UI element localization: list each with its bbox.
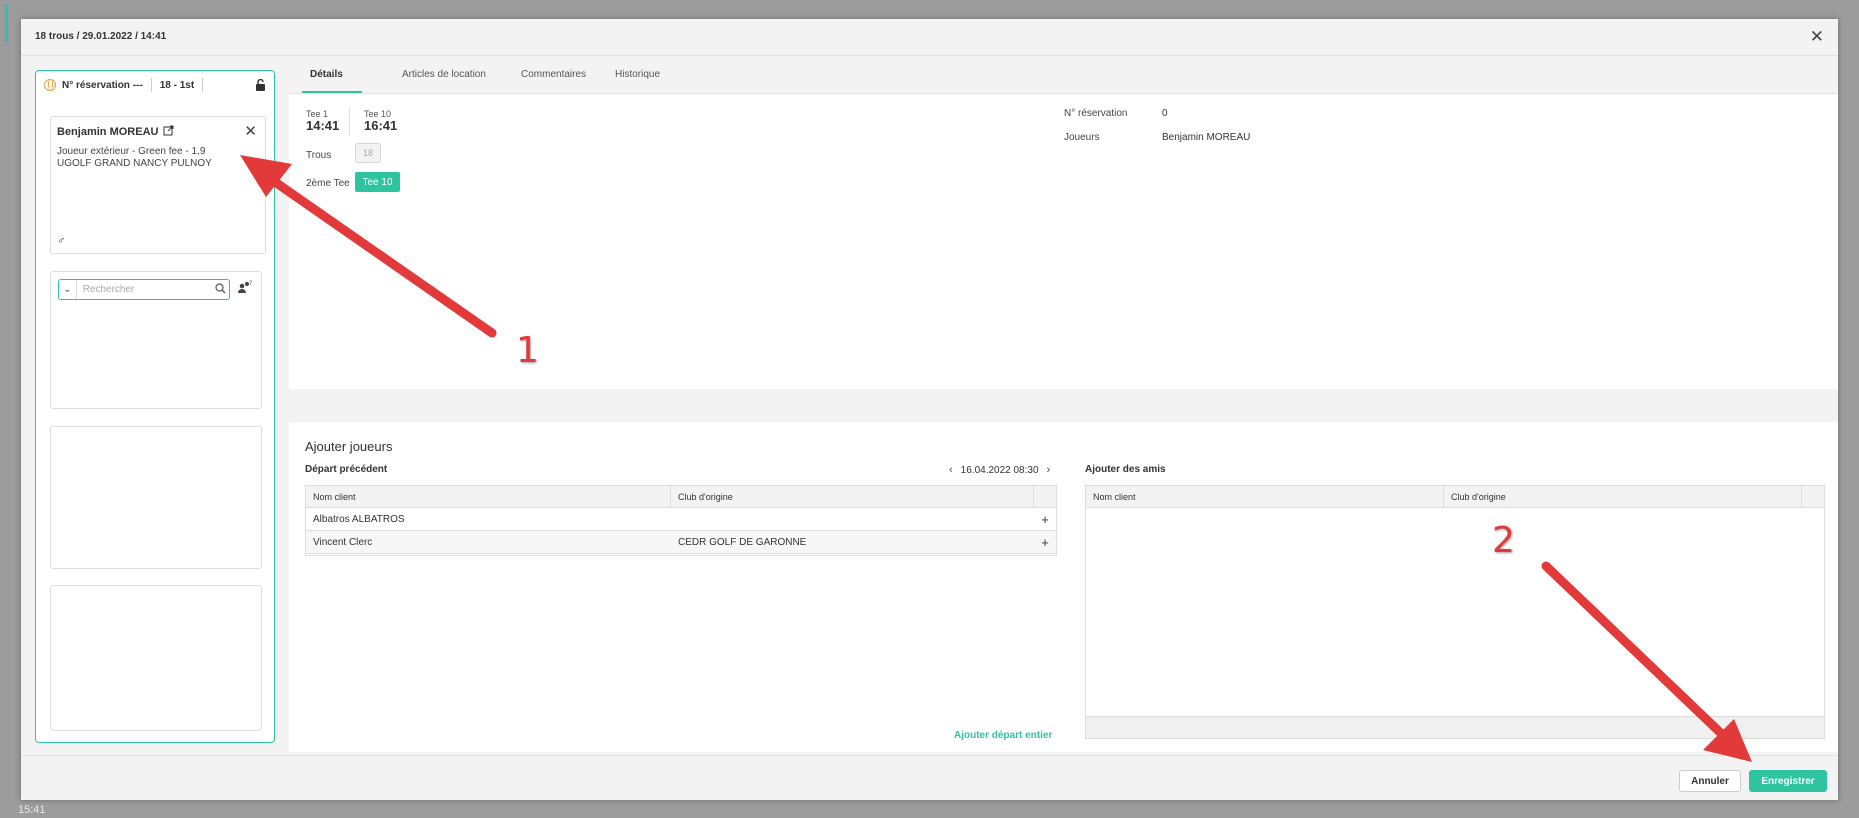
players-field-value: Benjamin MOREAU [1162,132,1251,143]
reservation-field-label: N° réservation [1064,108,1128,119]
add-friends-title: Ajouter des amis [1085,464,1166,475]
tee10-time: 16:41 [364,118,398,133]
modal-footer: Annuler Enregistrer [21,755,1838,800]
background-time-label: 15:41 [18,804,46,816]
club-cell [671,508,1034,530]
player-info: Joueur extérieur - Green fee - 1,9 UGOLF… [57,146,257,170]
add-whole-departure-link[interactable]: Ajouter départ entier [954,730,1052,741]
friends-table: Nom client Club d'origine [1085,485,1825,739]
flight-panel: N° réservation --- 18 - 1st Benjamin MOR… [35,70,275,743]
player-info-line: Joueur extérieur - Green fee - 1,9 [57,146,206,157]
active-tab-indicator [302,91,362,93]
holes-field[interactable]: 18 [355,143,381,163]
player-name: Benjamin MOREAU [57,126,159,138]
male-icon: ♂ [57,235,66,247]
save-button[interactable]: Enregistrer [1749,770,1827,792]
tab-bar: Détails Articles de location Commentaire… [289,56,1838,94]
modal-header: 18 trous / 29.01.2022 / 14:41 ✕ [21,19,1838,56]
reservation-field-value: 0 [1162,108,1168,119]
chevron-left-icon[interactable]: ‹ [949,464,953,476]
departure-date: 16.04.2022 08:30 [960,464,1039,476]
external-link-icon[interactable] [163,125,174,139]
table-footer [1086,716,1824,738]
modal-title: 18 trous / 29.01.2022 / 14:41 [35,31,167,42]
search-icon[interactable] [215,282,229,297]
client-name-cell: Albatros ALBATROS [313,513,405,525]
column-header[interactable]: Club d'origine [1444,486,1802,507]
column-header-empty [1802,486,1824,507]
client-name-cell: Vincent Clerc [313,536,373,548]
column-header-empty [1034,486,1056,507]
annotation-label-1: 1 [516,330,539,371]
chevron-down-icon[interactable]: ⌄ [59,280,77,299]
background-accent-strip [5,4,8,42]
annotation-label-2: 2 [1492,520,1515,561]
reservation-number-label: N° réservation --- [62,79,143,91]
svg-text:?: ? [249,280,252,287]
date-navigator: ‹ 16.04.2022 08:30 › [949,464,1050,476]
add-player-icon[interactable]: + [1034,531,1056,553]
chevron-right-icon[interactable]: › [1047,464,1051,476]
player-search[interactable]: ⌄ [58,279,230,300]
player-slot-empty[interactable] [50,585,262,731]
tee1-time: 14:41 [306,118,340,133]
add-player-icon[interactable]: + [1034,508,1056,530]
second-tee-button[interactable]: Tee 10 [355,172,400,192]
column-header[interactable]: Club d'origine [671,486,1034,507]
column-header[interactable]: Nom client [306,486,671,507]
second-tee-label: 2ème Tee [306,178,350,189]
close-icon[interactable]: ✕ [1810,27,1824,47]
table-row[interactable]: Albatros ALBATROS + [306,508,1056,531]
add-players-title: Ajouter joueurs [305,439,393,454]
table-row[interactable]: Vincent Clerc CEDR GOLF DE GARONNE + [306,531,1056,554]
flight-header: N° réservation --- 18 - 1st [36,71,274,99]
globe-icon [44,79,56,91]
holes-label: 18 - 1st [159,79,195,91]
tab-history[interactable]: Historique [615,69,660,80]
tab-rental-items[interactable]: Articles de location [402,69,486,80]
player-club-line: UGOLF GRAND NANCY PULNOY [57,158,212,169]
table-header: Nom client Club d'origine [1086,486,1824,508]
cancel-button[interactable]: Annuler [1679,770,1741,792]
player-slot-empty[interactable] [50,426,262,569]
players-field-label: Joueurs [1064,132,1100,143]
club-cell: CEDR GOLF DE GARONNE [678,536,807,548]
divider [150,78,152,92]
tab-details[interactable]: Détails [310,69,343,80]
remove-player-icon[interactable]: ✕ [244,122,257,140]
previous-departure-table: Nom client Club d'origine Albatros ALBAT… [305,485,1057,556]
holes-field-label: Trous [306,150,332,161]
tab-comments[interactable]: Commentaires [521,69,586,80]
tee-divider [349,108,350,136]
reservation-modal: 18 trous / 29.01.2022 / 14:41 ✕ N° réser… [21,19,1838,800]
lock-icon[interactable] [255,78,266,94]
search-input[interactable] [76,284,215,295]
find-players-icon[interactable]: ? [237,280,253,297]
divider [202,78,204,92]
column-header[interactable]: Nom client [1086,486,1444,507]
previous-departure-title: Départ précédent [305,464,388,475]
player-card[interactable]: Benjamin MOREAU ✕ Joueur extérieur - Gre… [50,116,266,254]
player-slot-search: ⌄ ? [50,271,262,409]
table-header: Nom client Club d'origine [306,486,1056,508]
